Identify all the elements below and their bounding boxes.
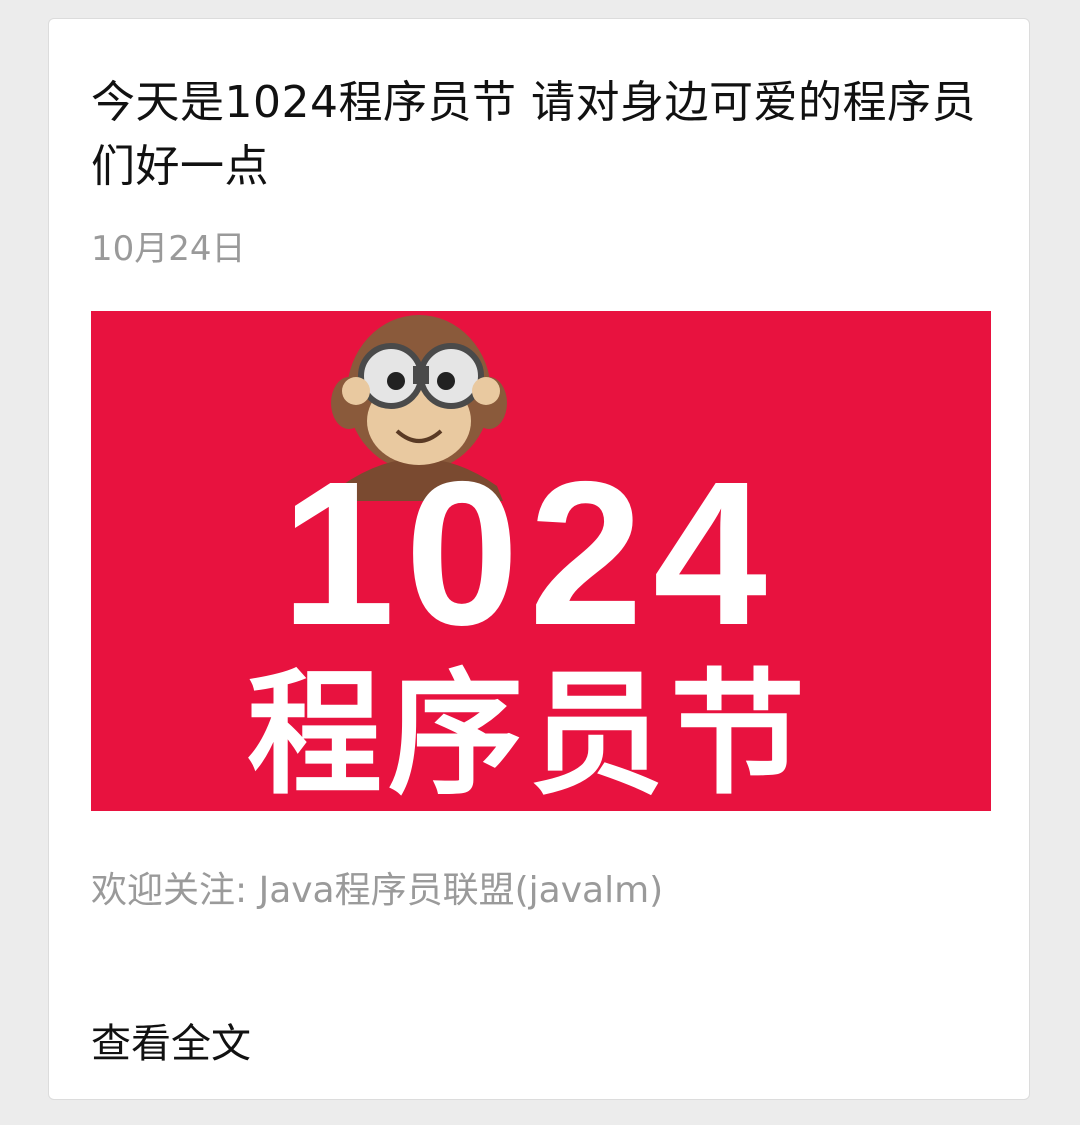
article-caption: 欢迎关注: Java程序员联盟(javalm) (91, 870, 664, 911)
banner-subtitle: 程序员节 (247, 656, 811, 811)
article-card[interactable]: 今天是1024程序员节 请对身边可爱的程序员们好一点 10月24日 1024 程… (48, 18, 1030, 1100)
banner-graphic: 1024 程序员节 (91, 311, 991, 811)
banner-number: 1024 (281, 439, 777, 668)
article-title[interactable]: 今天是1024程序员节 请对身边可爱的程序员们好一点 (91, 71, 991, 199)
read-more-link[interactable]: 查看全文 (91, 1011, 251, 1069)
banner-image[interactable]: 1024 程序员节 (91, 311, 991, 811)
article-date: 10月24日 (91, 229, 246, 269)
